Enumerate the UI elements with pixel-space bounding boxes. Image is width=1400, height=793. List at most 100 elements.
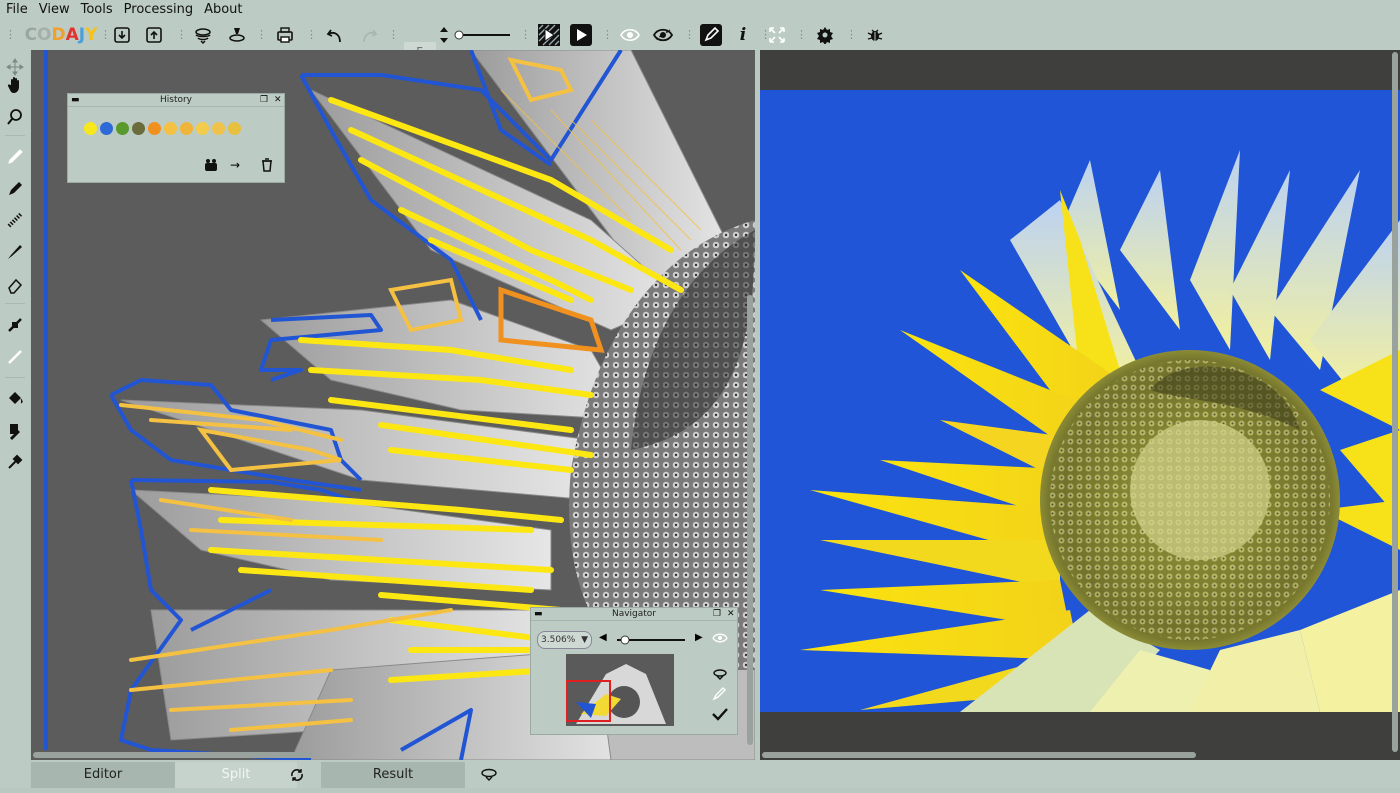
sidebar-separator: [5, 135, 25, 136]
stamp-tool-icon[interactable]: [3, 418, 27, 442]
history-delete-icon[interactable]: [258, 156, 276, 174]
history-color-swatch[interactable]: [196, 122, 209, 135]
save-icon[interactable]: [110, 22, 134, 48]
undo-icon[interactable]: [322, 22, 348, 48]
zoom-in-icon[interactable]: ▶: [695, 632, 703, 643]
connect-icon[interactable]: [3, 313, 27, 337]
bug-icon[interactable]: [862, 22, 888, 48]
navigator-zoom-slider[interactable]: [615, 632, 687, 646]
navigator-zoom-value: 3.506%: [541, 635, 576, 645]
brush-icon[interactable]: [3, 240, 27, 264]
navigator-pen-icon[interactable]: [711, 686, 729, 701]
zoom-out-icon[interactable]: ◀: [599, 632, 607, 643]
navigator-viewport-rect[interactable]: [566, 680, 611, 722]
tab-split[interactable]: Split: [175, 762, 297, 788]
history-forward-icon[interactable]: →: [226, 156, 244, 174]
logo-letter: O: [37, 25, 52, 45]
navigator-float-icon[interactable]: ❐: [713, 608, 721, 620]
navigator-panel: Navigator ▬ ❐ ✕ 3.506% ▼ ◀ ▶: [530, 607, 738, 735]
menu-view[interactable]: View: [33, 0, 75, 20]
toolbar-grip[interactable]: ⋮: [388, 28, 399, 42]
menu-processing[interactable]: Processing: [118, 0, 198, 20]
history-color-swatch[interactable]: [212, 122, 225, 135]
eye-icon[interactable]: [617, 22, 643, 48]
export-icon[interactable]: [142, 22, 166, 48]
menu-file[interactable]: File: [0, 0, 33, 20]
history-title: History: [68, 94, 284, 107]
toolbar-grip[interactable]: ⋮: [846, 28, 857, 42]
chevron-down-icon: ▼: [581, 635, 588, 645]
toolbar-grip[interactable]: ⋮: [5, 28, 16, 42]
main-toolbar: ⋮ CODAJY ⋮ ⋮ ⋮ ⋮ ⋮ 5 ⋮ ⋮ ⋮: [0, 20, 1400, 66]
navigator-thumbnail[interactable]: [566, 654, 674, 726]
result-v-scrollbar[interactable]: [1392, 52, 1398, 752]
pen-mode-icon[interactable]: [698, 22, 724, 48]
navigator-link-icon[interactable]: [711, 666, 729, 680]
toolbar-grip[interactable]: ⋮: [256, 28, 267, 42]
zoom-icon[interactable]: [3, 105, 27, 129]
spin-arrows-icon[interactable]: [438, 22, 450, 48]
history-minimize-icon[interactable]: ▬: [71, 94, 80, 106]
navigator-eye-icon[interactable]: [711, 630, 729, 646]
tool-sidebar: [0, 50, 30, 788]
result-view[interactable]: [760, 50, 1400, 760]
tab-editor[interactable]: Editor: [31, 762, 175, 788]
sidebar-separator: [5, 377, 25, 378]
history-snapshot-icon[interactable]: [202, 156, 220, 174]
navigator-close-icon[interactable]: ✕: [727, 608, 735, 620]
navigator-check-icon[interactable]: [711, 706, 729, 721]
eyedropper-icon[interactable]: [3, 450, 27, 474]
mask-icon[interactable]: [536, 22, 562, 48]
eye-hidden-icon[interactable]: [650, 22, 676, 48]
toolbar-grip[interactable]: ⋮: [100, 28, 111, 42]
menu-tools[interactable]: Tools: [75, 0, 118, 20]
editor-h-scrollbar[interactable]: [33, 752, 313, 758]
tab-result[interactable]: Result: [321, 762, 465, 788]
history-color-swatch[interactable]: [132, 122, 145, 135]
sidebar-separator: [5, 303, 25, 304]
pan-hand-icon[interactable]: [3, 73, 27, 97]
toolbar-grip[interactable]: ⋮: [796, 28, 807, 42]
eraser-icon[interactable]: [3, 273, 27, 297]
editor-v-scrollbar[interactable]: [747, 295, 753, 745]
fill-icon[interactable]: [3, 386, 27, 410]
history-color-swatch[interactable]: [164, 122, 177, 135]
navigator-minimize-icon[interactable]: ▬: [534, 608, 543, 620]
result-link-icon[interactable]: [477, 762, 501, 788]
history-color-swatch[interactable]: [180, 122, 193, 135]
history-color-swatch[interactable]: [228, 122, 241, 135]
history-close-icon[interactable]: ✕: [274, 94, 282, 106]
result-h-scrollbar[interactable]: [762, 752, 1196, 758]
brush-size-slider[interactable]: [452, 22, 512, 48]
menu-about[interactable]: About: [198, 0, 247, 20]
toolbar-grip[interactable]: ⋮: [602, 28, 613, 42]
logo-letter: C: [24, 25, 38, 45]
history-color-swatch[interactable]: [84, 122, 97, 135]
history-color-swatch[interactable]: [116, 122, 129, 135]
layers-icon[interactable]: [190, 22, 216, 48]
toolbar-grip[interactable]: ⋮: [520, 28, 531, 42]
play-icon[interactable]: [568, 22, 594, 48]
sync-icon[interactable]: [287, 762, 307, 788]
editor-canvas[interactable]: History ▬ ❐ ✕ → Navigator ▬ ❐ ✕ 3.506% ▼…: [31, 50, 755, 760]
toolbar-grip[interactable]: ⋮: [306, 28, 317, 42]
toolbar-grip[interactable]: ⋮: [176, 28, 187, 42]
history-color-swatch[interactable]: [148, 122, 161, 135]
marker-icon[interactable]: [3, 145, 27, 169]
spray-icon[interactable]: [3, 208, 27, 232]
history-float-icon[interactable]: ❐: [260, 94, 268, 106]
line-icon[interactable]: [3, 345, 27, 369]
print-icon[interactable]: [272, 22, 298, 48]
navigator-zoom-select[interactable]: 3.506% ▼: [537, 631, 592, 649]
history-panel: History ▬ ❐ ✕ →: [67, 93, 285, 183]
pencil-icon[interactable]: [3, 177, 27, 201]
history-color-swatch[interactable]: [100, 122, 113, 135]
result-image[interactable]: [760, 50, 1400, 760]
info-icon[interactable]: i: [730, 22, 756, 48]
settings-icon[interactable]: [812, 22, 838, 48]
stamp-icon[interactable]: [224, 22, 250, 48]
fit-icon[interactable]: [764, 22, 790, 48]
toolbar-grip[interactable]: ⋮: [684, 28, 695, 42]
redo-icon[interactable]: [356, 22, 382, 48]
app-logo: CODAJY: [20, 22, 102, 48]
